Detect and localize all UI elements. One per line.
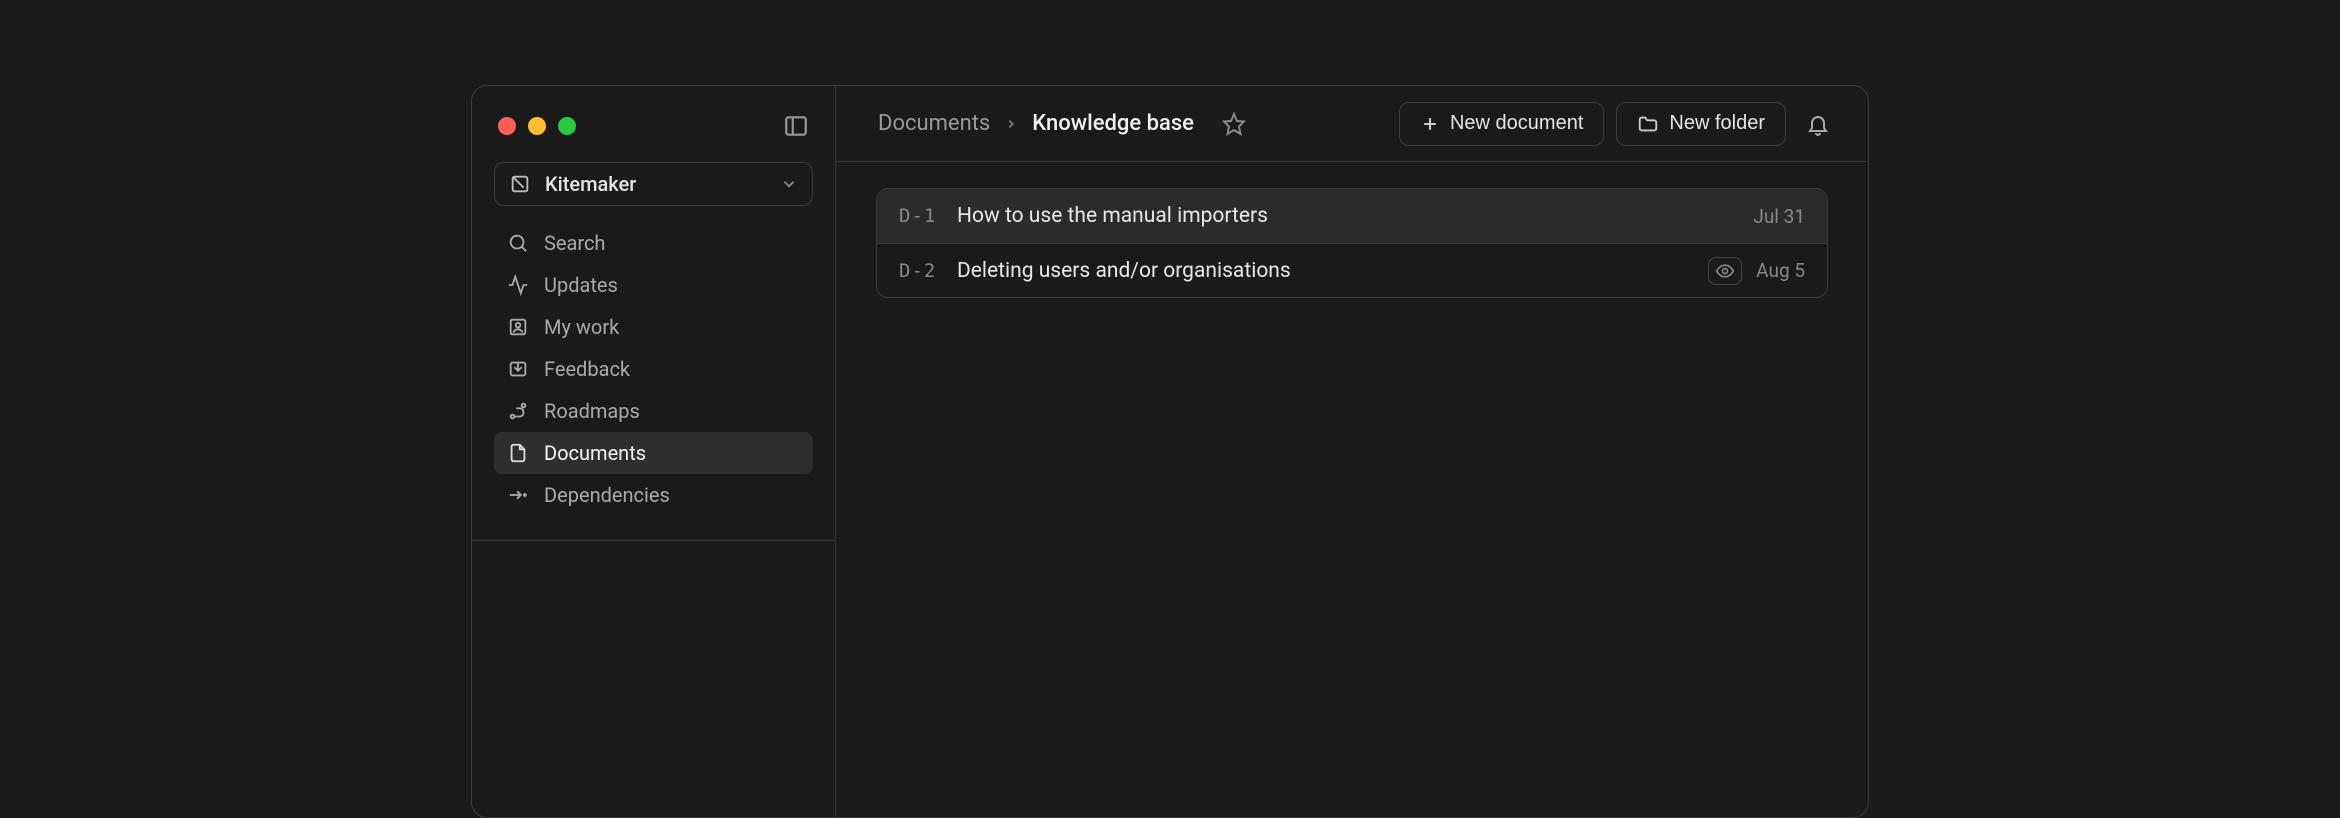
dependency-icon xyxy=(506,483,530,507)
bell-icon xyxy=(1806,112,1830,136)
breadcrumb: Documents Knowledge base xyxy=(878,111,1399,136)
sidebar-item-feedback[interactable]: Feedback xyxy=(494,348,813,390)
titlebar xyxy=(472,86,835,162)
user-icon xyxy=(506,315,530,339)
sidebar-item-label: Search xyxy=(544,231,605,255)
sidebar-item-roadmaps[interactable]: Roadmaps xyxy=(494,390,813,432)
folder-icon xyxy=(1637,113,1659,135)
route-icon xyxy=(506,399,530,423)
sidebar-item-label: Documents xyxy=(544,441,646,465)
document-meta: Aug 5 xyxy=(1708,257,1805,285)
chevron-down-icon xyxy=(780,175,798,193)
favorite-button[interactable] xyxy=(1222,112,1246,136)
window-controls xyxy=(498,117,576,135)
close-window-button[interactable] xyxy=(498,117,516,135)
panel-left-icon xyxy=(783,113,809,139)
sidebar-item-search[interactable]: Search xyxy=(494,222,813,264)
document-list: D-1 How to use the manual importers Jul … xyxy=(876,188,1828,298)
sidebar-item-dependencies[interactable]: Dependencies xyxy=(494,474,813,516)
breadcrumb-root[interactable]: Documents xyxy=(878,111,990,136)
maximize-window-button[interactable] xyxy=(558,117,576,135)
document-date: Aug 5 xyxy=(1756,259,1805,282)
sidebar-item-updates[interactable]: Updates xyxy=(494,264,813,306)
header: Documents Knowledge base New document xyxy=(836,86,1868,162)
activity-icon xyxy=(506,273,530,297)
sidebar-item-documents[interactable]: Documents xyxy=(494,432,813,474)
search-icon xyxy=(506,231,530,255)
document-id: D-2 xyxy=(899,260,941,282)
sidebar-item-label: Updates xyxy=(544,273,618,297)
chevron-right-icon xyxy=(1004,117,1018,131)
eye-icon xyxy=(1715,261,1735,281)
document-meta: Jul 31 xyxy=(1753,205,1805,228)
header-actions: New document New folder xyxy=(1399,102,1838,146)
star-icon xyxy=(1222,112,1246,136)
inbox-icon xyxy=(506,357,530,381)
watched-badge[interactable] xyxy=(1708,257,1742,285)
sidebar-divider xyxy=(472,540,835,541)
main-content: Documents Knowledge base New document xyxy=(836,86,1868,817)
document-row[interactable]: D-2 Deleting users and/or organisations … xyxy=(877,243,1827,297)
button-label: New folder xyxy=(1669,112,1765,135)
document-date: Jul 31 xyxy=(1753,205,1805,228)
button-label: New document xyxy=(1450,112,1583,135)
workspace-selector[interactable]: Kitemaker xyxy=(494,162,813,206)
sidebar-item-my-work[interactable]: My work xyxy=(494,306,813,348)
sidebar-item-label: Dependencies xyxy=(544,483,670,507)
sidebar: Kitemaker Search Updates xyxy=(472,86,836,817)
new-document-button[interactable]: New document xyxy=(1399,102,1604,146)
workspace-name: Kitemaker xyxy=(545,172,780,196)
toggle-sidebar-button[interactable] xyxy=(783,113,809,139)
sidebar-item-label: Roadmaps xyxy=(544,399,640,423)
content-area: D-1 How to use the manual importers Jul … xyxy=(836,162,1868,324)
document-title: How to use the manual importers xyxy=(957,204,1753,228)
sidebar-item-label: My work xyxy=(544,315,619,339)
sidebar-nav: Search Updates My work Feedback xyxy=(472,222,835,516)
document-icon xyxy=(506,441,530,465)
app-window: Kitemaker Search Updates xyxy=(471,85,1869,818)
document-id: D-1 xyxy=(899,205,941,227)
workspace-icon xyxy=(509,173,531,195)
notifications-button[interactable] xyxy=(1798,104,1838,144)
new-folder-button[interactable]: New folder xyxy=(1616,102,1786,146)
document-title: Deleting users and/or organisations xyxy=(957,259,1708,283)
plus-icon xyxy=(1420,114,1440,134)
minimize-window-button[interactable] xyxy=(528,117,546,135)
sidebar-item-label: Feedback xyxy=(544,357,630,381)
document-row[interactable]: D-1 How to use the manual importers Jul … xyxy=(877,189,1827,243)
breadcrumb-current: Knowledge base xyxy=(1032,111,1194,136)
